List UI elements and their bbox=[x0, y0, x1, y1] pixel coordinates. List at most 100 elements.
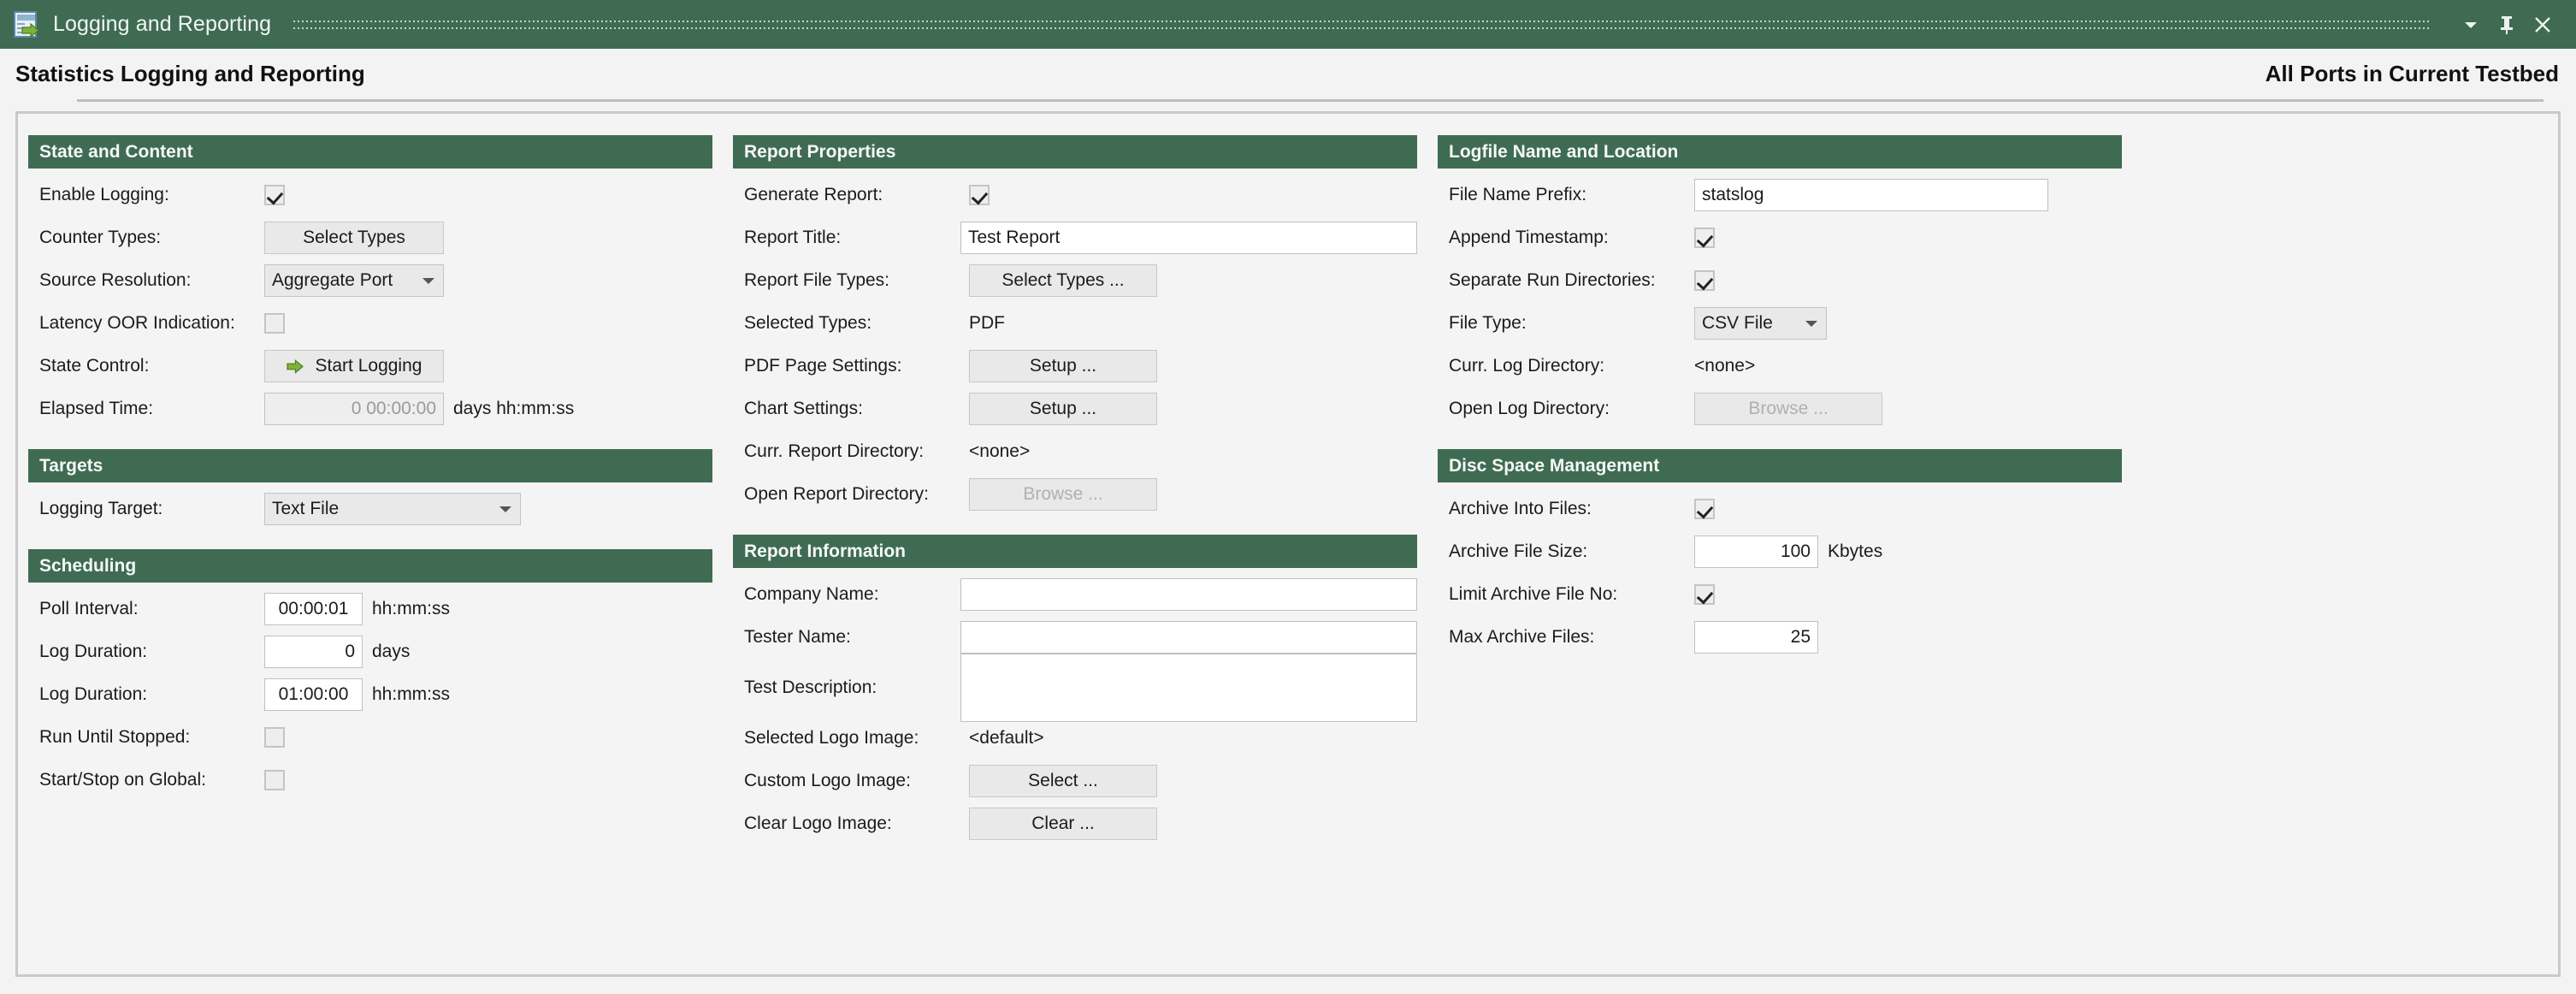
close-button[interactable] bbox=[2525, 7, 2561, 43]
row-custom-logo-image: Custom Logo Image: Select ... bbox=[733, 760, 1417, 802]
chart-settings-label: Chart Settings: bbox=[744, 399, 863, 418]
start-logging-button[interactable]: Start Logging bbox=[264, 350, 444, 382]
tester-name-label: Tester Name: bbox=[744, 627, 851, 647]
report-file-types-label: Report File Types: bbox=[744, 270, 890, 290]
pin-button[interactable] bbox=[2489, 7, 2525, 43]
row-start-stop-global: Start/Stop on Global: bbox=[28, 759, 712, 802]
column-middle: Report Properties Generate Report: Repor… bbox=[733, 135, 1417, 845]
report-title-label: Report Title: bbox=[744, 228, 842, 247]
titlebar-buttons bbox=[2453, 7, 2561, 43]
latency-oor-checkbox[interactable] bbox=[264, 313, 285, 334]
select-types-button[interactable]: Select Types bbox=[264, 222, 444, 254]
chart-settings-button[interactable]: Setup ... bbox=[969, 393, 1157, 425]
select-report-types-button[interactable]: Select Types ... bbox=[969, 264, 1157, 297]
green-arrow-glyph bbox=[21, 22, 39, 38]
section-header-report-information: Report Information bbox=[733, 535, 1417, 568]
elapsed-time-suffix: days hh:mm:ss bbox=[453, 399, 575, 418]
row-report-file-types: Report File Types: Select Types ... bbox=[733, 259, 1417, 302]
window-menu-button[interactable] bbox=[2453, 7, 2489, 43]
report-log-icon bbox=[12, 10, 41, 39]
generate-report-checkbox[interactable] bbox=[969, 185, 990, 205]
logging-target-value: Text File bbox=[272, 499, 340, 518]
file-type-dropdown[interactable]: CSV File bbox=[1694, 307, 1827, 340]
section-body-scheduling: Poll Interval: 00:00:01 hh:mm:ss Log Dur… bbox=[28, 583, 712, 802]
custom-logo-select-button[interactable]: Select ... bbox=[969, 765, 1157, 797]
limit-archive-file-no-label: Limit Archive File No: bbox=[1449, 584, 1618, 604]
section-body-disc-space-management: Archive Into Files: Archive File Size: 1… bbox=[1438, 482, 2122, 659]
window-titlebar: Logging and Reporting bbox=[0, 0, 2576, 49]
row-file-type: File Type: CSV File bbox=[1438, 302, 2122, 345]
pdf-page-settings-button[interactable]: Setup ... bbox=[969, 350, 1157, 382]
max-archive-files-input[interactable]: 25 bbox=[1694, 621, 1818, 654]
clear-logo-button[interactable]: Clear ... bbox=[969, 808, 1157, 840]
counter-types-label: Counter Types: bbox=[39, 228, 162, 247]
selected-types-label: Selected Types: bbox=[744, 313, 872, 333]
test-description-textarea[interactable] bbox=[960, 654, 1417, 722]
open-log-directory-browse-button[interactable]: Browse ... bbox=[1694, 393, 1882, 425]
start-logging-label: Start Logging bbox=[315, 356, 422, 376]
archive-into-files-label: Archive Into Files: bbox=[1449, 499, 1592, 518]
row-curr-report-directory: Curr. Report Directory: <none> bbox=[733, 430, 1417, 473]
curr-report-directory-value: <none> bbox=[969, 441, 1031, 461]
enable-logging-label: Enable Logging: bbox=[39, 185, 169, 204]
company-name-input[interactable] bbox=[960, 578, 1417, 611]
row-generate-report: Generate Report: bbox=[733, 174, 1417, 216]
enable-logging-checkbox[interactable] bbox=[264, 185, 285, 205]
header-divider bbox=[77, 99, 2544, 102]
chevron-down-icon bbox=[422, 278, 434, 284]
row-clear-logo-image: Clear Logo Image: Clear ... bbox=[733, 802, 1417, 845]
row-log-duration-time: Log Duration: 01:00:00 hh:mm:ss bbox=[28, 673, 712, 716]
archive-into-files-checkbox[interactable] bbox=[1694, 499, 1715, 519]
section-body-report-information: Company Name: Tester Name: Test Descript… bbox=[733, 568, 1417, 845]
section-header-report-properties: Report Properties bbox=[733, 135, 1417, 169]
chevron-down-icon bbox=[499, 506, 511, 512]
pdf-page-settings-label: PDF Page Settings: bbox=[744, 356, 902, 376]
log-duration-time-label: Log Duration: bbox=[39, 684, 148, 704]
source-resolution-label: Source Resolution: bbox=[39, 270, 192, 290]
column-left: State and Content Enable Logging: Counte… bbox=[28, 135, 712, 802]
row-curr-log-directory: Curr. Log Directory: <none> bbox=[1438, 345, 2122, 388]
window-title: Logging and Reporting bbox=[53, 12, 272, 36]
run-until-stopped-checkbox[interactable] bbox=[264, 727, 285, 748]
row-run-until-stopped: Run Until Stopped: bbox=[28, 716, 712, 759]
log-duration-days-input[interactable]: 0 bbox=[264, 636, 363, 668]
settings-frame: State and Content Enable Logging: Counte… bbox=[15, 111, 2561, 977]
section-header-disc-space-management: Disc Space Management bbox=[1438, 449, 2122, 482]
open-report-directory-browse-button[interactable]: Browse ... bbox=[969, 478, 1157, 511]
source-resolution-dropdown[interactable]: Aggregate Port bbox=[264, 264, 444, 297]
log-duration-time-input[interactable]: 01:00:00 bbox=[264, 678, 363, 711]
append-timestamp-label: Append Timestamp: bbox=[1449, 228, 1609, 247]
logging-target-dropdown[interactable]: Text File bbox=[264, 493, 521, 525]
archive-file-size-label: Archive File Size: bbox=[1449, 541, 1588, 561]
limit-archive-file-no-checkbox[interactable] bbox=[1694, 584, 1715, 605]
section-body-state-and-content: Enable Logging: Counter Types: Select Ty… bbox=[28, 169, 712, 430]
poll-interval-suffix: hh:mm:ss bbox=[372, 599, 451, 618]
row-selected-types: Selected Types: PDF bbox=[733, 302, 1417, 345]
tester-name-input[interactable] bbox=[960, 621, 1417, 654]
run-until-stopped-label: Run Until Stopped: bbox=[39, 727, 191, 747]
page-title: Statistics Logging and Reporting bbox=[15, 61, 365, 86]
curr-log-directory-label: Curr. Log Directory: bbox=[1449, 356, 1605, 376]
start-stop-global-checkbox[interactable] bbox=[264, 770, 285, 790]
section-body-targets: Logging Target: Text File bbox=[28, 482, 712, 530]
section-header-state-and-content: State and Content bbox=[28, 135, 712, 169]
row-latency-oor: Latency OOR Indication: bbox=[28, 302, 712, 345]
row-append-timestamp: Append Timestamp: bbox=[1438, 216, 2122, 259]
append-timestamp-checkbox[interactable] bbox=[1694, 228, 1715, 248]
separate-run-directories-checkbox[interactable] bbox=[1694, 270, 1715, 291]
page-header: Statistics Logging and Reporting All Por… bbox=[0, 49, 2576, 99]
file-type-label: File Type: bbox=[1449, 313, 1527, 333]
report-title-input[interactable]: Test Report bbox=[960, 222, 1417, 254]
curr-log-directory-value: <none> bbox=[1694, 356, 1756, 376]
chevron-down-icon bbox=[1805, 321, 1817, 327]
column-right: Logfile Name and Location File Name Pref… bbox=[1438, 135, 2122, 659]
latency-oor-label: Latency OOR Indication: bbox=[39, 313, 235, 333]
row-chart-settings: Chart Settings: Setup ... bbox=[733, 388, 1417, 430]
poll-interval-input[interactable]: 00:00:01 bbox=[264, 593, 363, 625]
section-header-scheduling: Scheduling bbox=[28, 549, 712, 583]
logging-target-label: Logging Target: bbox=[39, 499, 163, 518]
archive-file-size-input[interactable]: 100 bbox=[1694, 535, 1818, 568]
file-name-prefix-input[interactable]: statslog bbox=[1694, 179, 2048, 211]
row-tester-name: Tester Name: bbox=[733, 616, 1417, 659]
row-report-title: Report Title: Test Report bbox=[733, 216, 1417, 259]
